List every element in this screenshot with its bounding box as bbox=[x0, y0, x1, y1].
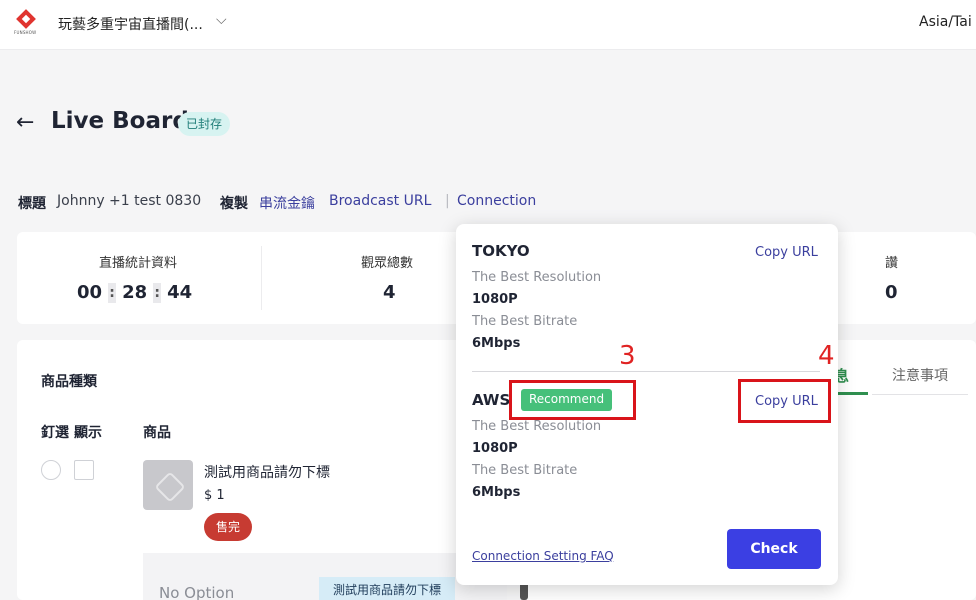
tokyo-copy-url-button[interactable]: Copy URL bbox=[755, 245, 818, 260]
status-badge: 已封存 bbox=[178, 112, 231, 136]
connection-link[interactable]: Connection bbox=[457, 193, 536, 209]
aws-bitrate-value: 6Mbps bbox=[472, 485, 521, 500]
annotation-number-3: 3 bbox=[619, 341, 636, 371]
product-price: $ 1 bbox=[204, 488, 225, 503]
annotation-number-4: 4 bbox=[818, 341, 835, 371]
server-divider bbox=[472, 371, 820, 372]
title-value: Johnny +1 test 0830 bbox=[57, 193, 202, 209]
aws-resolution-label: The Best Resolution bbox=[472, 419, 602, 434]
likes-value: 0 bbox=[885, 282, 898, 303]
copy-label: 複製 bbox=[220, 196, 248, 212]
connection-faq-link[interactable]: Connection Setting FAQ bbox=[472, 549, 614, 563]
logo-mark-icon bbox=[16, 9, 36, 29]
section-title: 商品種類 bbox=[41, 374, 97, 390]
back-arrow-icon[interactable]: ← bbox=[16, 110, 34, 135]
soldout-badge: 售完 bbox=[204, 513, 252, 541]
title-label: 標題 bbox=[18, 196, 46, 212]
products-card: 商品種類 釘選 顯示 商品 測試用商品請勿下標 $ 1 售完 No Option… bbox=[17, 340, 507, 600]
viewers-value: 4 bbox=[383, 282, 396, 303]
top-bar: FUNSHOW 玩藝多重宇宙直播間(... ⌵ Asia/Tai bbox=[0, 0, 976, 50]
hours-value: 00 bbox=[77, 282, 103, 303]
separator: | bbox=[445, 193, 450, 209]
annotation-box-copy-url bbox=[738, 379, 831, 423]
check-button[interactable]: Check bbox=[727, 529, 821, 569]
aws-server-name: AWS bbox=[472, 391, 511, 409]
aws-resolution-value: 1080P bbox=[472, 441, 518, 456]
logo-text: FUNSHOW bbox=[14, 30, 37, 35]
no-option-text: No Option bbox=[159, 584, 235, 600]
chevron-down-icon[interactable]: ⌵ bbox=[216, 12, 227, 28]
page-title: Live Board bbox=[51, 108, 189, 134]
pin-radio[interactable] bbox=[41, 460, 61, 480]
timezone-selector[interactable]: Asia/Tai bbox=[919, 14, 972, 30]
likes-label: 讚 bbox=[885, 256, 899, 271]
annotation-box-recommend bbox=[509, 380, 636, 420]
live-duration: 00:28:44 bbox=[77, 282, 192, 303]
stat-divider bbox=[261, 246, 262, 310]
viewers-label: 觀眾總數 bbox=[361, 256, 414, 271]
brand-logo[interactable]: FUNSHOW bbox=[14, 9, 38, 38]
tokyo-bitrate-label: The Best Bitrate bbox=[472, 314, 578, 329]
live-stats-label: 直播統計資料 bbox=[99, 256, 178, 271]
product-image bbox=[143, 460, 193, 510]
show-checkbox[interactable] bbox=[74, 460, 94, 480]
tokyo-server-name: TOKYO bbox=[472, 242, 530, 260]
tokyo-bitrate-value: 6Mbps bbox=[472, 336, 521, 351]
tab-notes[interactable]: 注意事項 bbox=[892, 365, 948, 385]
tab-underline bbox=[872, 394, 968, 395]
broadcast-url-link[interactable]: Broadcast URL bbox=[329, 193, 431, 209]
product-name: 測試用商品請勿下標 bbox=[204, 465, 330, 481]
stream-key-link[interactable]: 串流金鑰 bbox=[259, 193, 315, 213]
col-pin-header: 釘選 bbox=[41, 425, 69, 441]
aws-bitrate-label: The Best Bitrate bbox=[472, 463, 578, 478]
colon-separator: : bbox=[108, 283, 117, 303]
colon-separator: : bbox=[153, 283, 162, 303]
tokyo-resolution-label: The Best Resolution bbox=[472, 270, 602, 285]
tab-active-indicator bbox=[834, 392, 868, 395]
seconds-value: 44 bbox=[167, 282, 193, 303]
minutes-value: 28 bbox=[122, 282, 148, 303]
option-tag: 測試用商品請勿下標 bbox=[319, 577, 456, 600]
col-product-header: 商品 bbox=[143, 425, 171, 441]
tokyo-resolution-value: 1080P bbox=[472, 292, 518, 307]
project-selector[interactable]: 玩藝多重宇宙直播間(... bbox=[58, 14, 203, 34]
col-show-header: 顯示 bbox=[74, 425, 102, 441]
